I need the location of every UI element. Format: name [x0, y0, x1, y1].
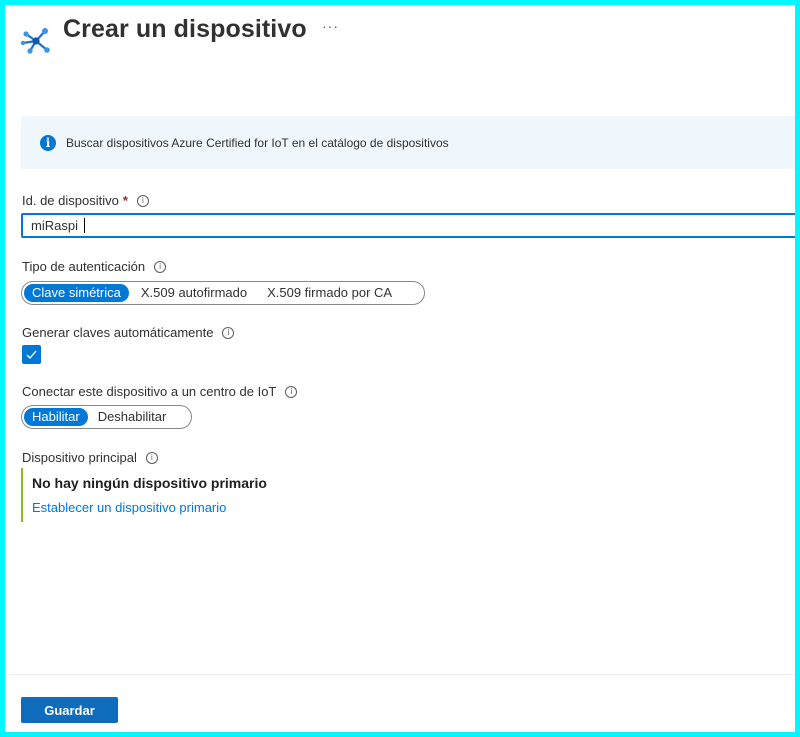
device-id-label: Id. de dispositivo — [22, 193, 119, 208]
more-options-button[interactable]: ··· — [322, 18, 339, 34]
auth-option-x509-self-signed[interactable]: X.509 autofirmado — [133, 284, 255, 302]
auth-type-label: Tipo de autenticación — [22, 259, 146, 274]
blade: Crear un dispositivo ··· i Buscar dispos… — [10, 10, 795, 732]
info-icon: i — [40, 134, 56, 151]
auth-option-x509-ca-signed[interactable]: X.509 firmado por CA — [259, 284, 400, 302]
required-asterisk: * — [122, 193, 128, 208]
info-circle-icon[interactable]: i — [154, 260, 167, 273]
auth-option-symmetric-key[interactable]: Clave simétrica — [24, 284, 129, 302]
device-id-input[interactable] — [21, 213, 795, 238]
auth-type-label-row: Tipo de autenticación i — [22, 259, 167, 274]
info-circle-icon[interactable]: i — [136, 194, 149, 207]
connect-option-disable[interactable]: Deshabilitar — [90, 408, 175, 426]
info-circle-icon[interactable]: i — [222, 326, 235, 339]
connect-hub-toggle: Habilitar Deshabilitar — [21, 405, 192, 429]
info-circle-icon[interactable]: i — [285, 385, 298, 398]
text-cursor — [84, 218, 85, 233]
checkmark-icon — [26, 350, 37, 359]
no-parent-device-text: No hay ningún dispositivo primario — [32, 475, 267, 491]
connect-hub-label-row: Conectar este dispositivo a un centro de… — [22, 384, 298, 399]
parent-device-label: Dispositivo principal — [22, 450, 137, 465]
info-banner[interactable]: i Buscar dispositivos Azure Certified fo… — [21, 116, 795, 169]
device-id-label-row: Id. de dispositivo * i — [22, 193, 149, 208]
parent-device-panel: No hay ningún dispositivo primario Estab… — [21, 468, 323, 522]
page-title: Crear un dispositivo — [63, 15, 307, 43]
auto-keys-label: Generar claves automáticamente — [22, 325, 214, 340]
banner-text: Buscar dispositivos Azure Certified for … — [66, 135, 449, 150]
iot-device-icon — [20, 28, 50, 54]
window-frame: Crear un dispositivo ··· i Buscar dispos… — [0, 0, 800, 737]
connect-option-enable[interactable]: Habilitar — [24, 408, 88, 426]
auth-type-toggle: Clave simétrica X.509 autofirmado X.509 … — [21, 281, 425, 305]
save-button[interactable]: Guardar — [21, 697, 118, 723]
connect-hub-label: Conectar este dispositivo a un centro de… — [22, 384, 277, 399]
auto-keys-checkbox[interactable] — [22, 345, 41, 364]
blade-header: Crear un dispositivo ··· — [10, 10, 795, 60]
set-parent-device-link[interactable]: Establecer un dispositivo primario — [32, 500, 226, 515]
footer-divider — [10, 674, 795, 675]
auto-keys-label-row: Generar claves automáticamente i — [22, 325, 235, 340]
info-circle-icon[interactable]: i — [145, 451, 158, 464]
parent-device-label-row: Dispositivo principal i — [22, 450, 158, 465]
